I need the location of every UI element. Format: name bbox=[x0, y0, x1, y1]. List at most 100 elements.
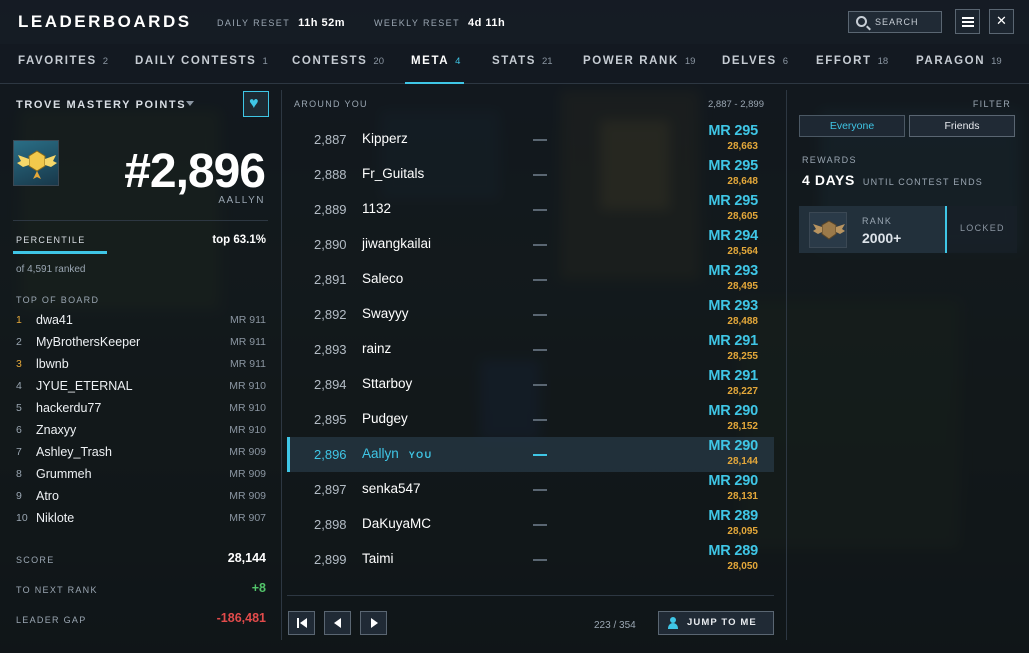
board-dropdown-caret[interactable] bbox=[186, 101, 194, 106]
leaderboard-row[interactable]: 2,889 1132 MR 295 28,605 bbox=[287, 192, 774, 227]
percentile-bar bbox=[13, 251, 107, 254]
leaderboard-row[interactable]: 2,895 Pudgey MR 290 28,152 bbox=[287, 402, 774, 437]
top-board-row[interactable]: 4 JYUE_ETERNAL MR 910 bbox=[0, 376, 281, 398]
leaderboard-row[interactable]: 2,899 Taimi MR 289 28,050 bbox=[287, 542, 774, 577]
self-player-name: Aallyn bbox=[362, 446, 399, 461]
filter-label: FILTER bbox=[972, 99, 1011, 109]
first-page-button[interactable] bbox=[288, 611, 315, 635]
top-of-board-label: TOP OF BOARD bbox=[16, 295, 100, 305]
close-button[interactable]: ✕ bbox=[989, 9, 1014, 34]
leaderboard-row[interactable]: 2,898 DaKuyaMC MR 289 28,095 bbox=[287, 507, 774, 542]
person-icon bbox=[668, 617, 678, 629]
top-board-row[interactable]: 7 Ashley_Trash MR 909 bbox=[0, 442, 281, 464]
top-player-mr: MR 911 bbox=[230, 314, 266, 326]
top-board-row[interactable]: 2 MyBrothersKeeper MR 911 bbox=[0, 332, 281, 354]
row-player-name: Pudgey bbox=[362, 411, 408, 426]
tab-label: DAILY CONTESTS bbox=[135, 55, 257, 67]
favorite-button[interactable]: ♥ bbox=[243, 91, 269, 117]
top-player-mr: MR 907 bbox=[229, 512, 266, 524]
row-player-name: Saleco bbox=[362, 271, 404, 286]
row-mastery-rank: MR 289 bbox=[708, 508, 758, 524]
trend-dash bbox=[533, 139, 547, 141]
search-button[interactable]: SEARCH bbox=[848, 11, 942, 33]
row-score: 28,495 bbox=[727, 281, 758, 292]
leaderboard-row[interactable]: 2,890 jiwangkailai MR 294 28,564 bbox=[287, 227, 774, 262]
top-player-name: JYUE_ETERNAL bbox=[36, 379, 133, 393]
daily-reset-value: 11h 52m bbox=[298, 17, 346, 29]
previous-page-button[interactable] bbox=[324, 611, 351, 635]
tab-label: POWER RANK bbox=[583, 55, 679, 67]
trend-dash bbox=[533, 524, 547, 526]
top-player-name: Ashley_Trash bbox=[36, 445, 112, 459]
row-mastery-rank: MR 295 bbox=[708, 158, 758, 174]
leaderboard-row[interactable]: 2,894 Sttarboy MR 291 28,227 bbox=[287, 367, 774, 402]
leaderboard-row-self[interactable]: 2,896 Aallyn YOU MR 290 28,144 bbox=[287, 437, 774, 472]
row-score: 28,095 bbox=[727, 526, 758, 537]
tab-meta[interactable]: META 4 bbox=[411, 55, 460, 67]
row-mastery-rank: MR 293 bbox=[708, 263, 758, 279]
top-player-mr: MR 910 bbox=[229, 424, 266, 436]
row-player-name: Fr_Guitals bbox=[362, 166, 425, 181]
tab-contests[interactable]: CONTESTS 20 bbox=[292, 55, 384, 67]
filter-everyone-button[interactable]: Everyone bbox=[799, 115, 905, 137]
jump-label: JUMP TO ME bbox=[687, 617, 757, 628]
trend-dash bbox=[533, 279, 547, 281]
row-score: 28,227 bbox=[727, 386, 758, 397]
trend-dash bbox=[533, 489, 547, 491]
tab-power-rank[interactable]: POWER RANK 19 bbox=[583, 55, 695, 67]
trend-dash bbox=[533, 384, 547, 386]
row-mastery-rank: MR 291 bbox=[708, 333, 758, 349]
leaderboard-row[interactable]: 2,892 Swayyy MR 293 28,488 bbox=[287, 297, 774, 332]
row-rank: 2,887 bbox=[314, 132, 347, 147]
top-board-row[interactable]: 5 hackerdu77 MR 910 bbox=[0, 398, 281, 420]
top-board-row[interactable]: 9 Atro MR 909 bbox=[0, 486, 281, 508]
rank-wings-icon bbox=[813, 220, 845, 240]
row-score: 28,648 bbox=[727, 176, 758, 187]
tab-effort[interactable]: EFFORT 18 bbox=[816, 55, 888, 67]
first-page-icon bbox=[297, 618, 299, 628]
reward-card[interactable]: RANK 2000+ bbox=[799, 206, 947, 253]
you-tag: YOU bbox=[408, 450, 433, 460]
tab-label: CONTESTS bbox=[292, 55, 368, 67]
leaderboard-row[interactable]: 2,888 Fr_Guitals MR 295 28,648 bbox=[287, 157, 774, 192]
tab-paragon[interactable]: PARAGON 19 bbox=[916, 55, 1002, 67]
top-rank-number: 7 bbox=[16, 446, 22, 458]
top-board-row[interactable]: 6 Znaxyy MR 910 bbox=[0, 420, 281, 442]
next-rank-label: TO NEXT RANK bbox=[16, 585, 98, 595]
top-board-row[interactable]: 3 lbwnb MR 911 bbox=[0, 354, 281, 376]
trend-dash bbox=[533, 244, 547, 246]
tab-label: EFFORT bbox=[816, 55, 872, 67]
tab-favorites[interactable]: FAVORITES 2 bbox=[18, 55, 108, 67]
top-rank-number: 6 bbox=[16, 424, 22, 436]
leaderboards-window: LEADERBOARDS DAILY RESET 11h 52m WEEKLY R… bbox=[0, 0, 1029, 653]
row-mastery-rank: MR 289 bbox=[708, 543, 758, 559]
jump-to-me-button[interactable]: JUMP TO ME bbox=[658, 611, 774, 635]
arrow-right-icon bbox=[371, 618, 378, 628]
top-board-row[interactable]: 10 Niklote MR 907 bbox=[0, 508, 281, 530]
top-board-row[interactable]: 8 Grummeh MR 909 bbox=[0, 464, 281, 486]
tab-delves[interactable]: DELVES 6 bbox=[722, 55, 788, 67]
tab-label: PARAGON bbox=[916, 55, 986, 67]
tab-stats[interactable]: STATS 21 bbox=[492, 55, 553, 67]
next-page-button[interactable] bbox=[360, 611, 387, 635]
row-rank: 2,893 bbox=[314, 342, 347, 357]
row-player-name: Aallyn YOU bbox=[362, 446, 432, 461]
rank-range: 2,887 - 2,899 bbox=[708, 99, 764, 110]
leaderboard-row[interactable]: 2,891 Saleco MR 293 28,495 bbox=[287, 262, 774, 297]
player-rank: #2,896 bbox=[124, 145, 266, 198]
player-summary-panel: TROVE MASTERY POINTS ♥ #2,896 AALLYN PER… bbox=[0, 84, 281, 653]
top-rank-number: 2 bbox=[16, 336, 22, 348]
leaderboard-row[interactable]: 2,887 Kipperz MR 295 28,663 bbox=[287, 122, 774, 157]
top-board-row[interactable]: 1 dwa41 MR 911 bbox=[0, 310, 281, 332]
filter-friends-button[interactable]: Friends bbox=[909, 115, 1015, 137]
mastery-emblem bbox=[13, 140, 59, 186]
contest-countdown: 4 DAYS UNTIL CONTEST ENDS bbox=[802, 172, 983, 188]
menu-button[interactable] bbox=[955, 9, 980, 34]
leaderboard-row[interactable]: 2,897 senka547 MR 290 28,131 bbox=[287, 472, 774, 507]
window-title: LEADERBOARDS bbox=[18, 12, 192, 31]
row-player-name: Sttarboy bbox=[362, 376, 413, 391]
top-player-name: dwa41 bbox=[36, 313, 73, 327]
leaderboard-row[interactable]: 2,893 rainz MR 291 28,255 bbox=[287, 332, 774, 367]
filter-rewards-panel: FILTER Everyone Friends REWARDS 4 DAYS UN… bbox=[787, 84, 1029, 653]
tab-daily-contests[interactable]: DAILY CONTESTS 1 bbox=[135, 55, 268, 67]
